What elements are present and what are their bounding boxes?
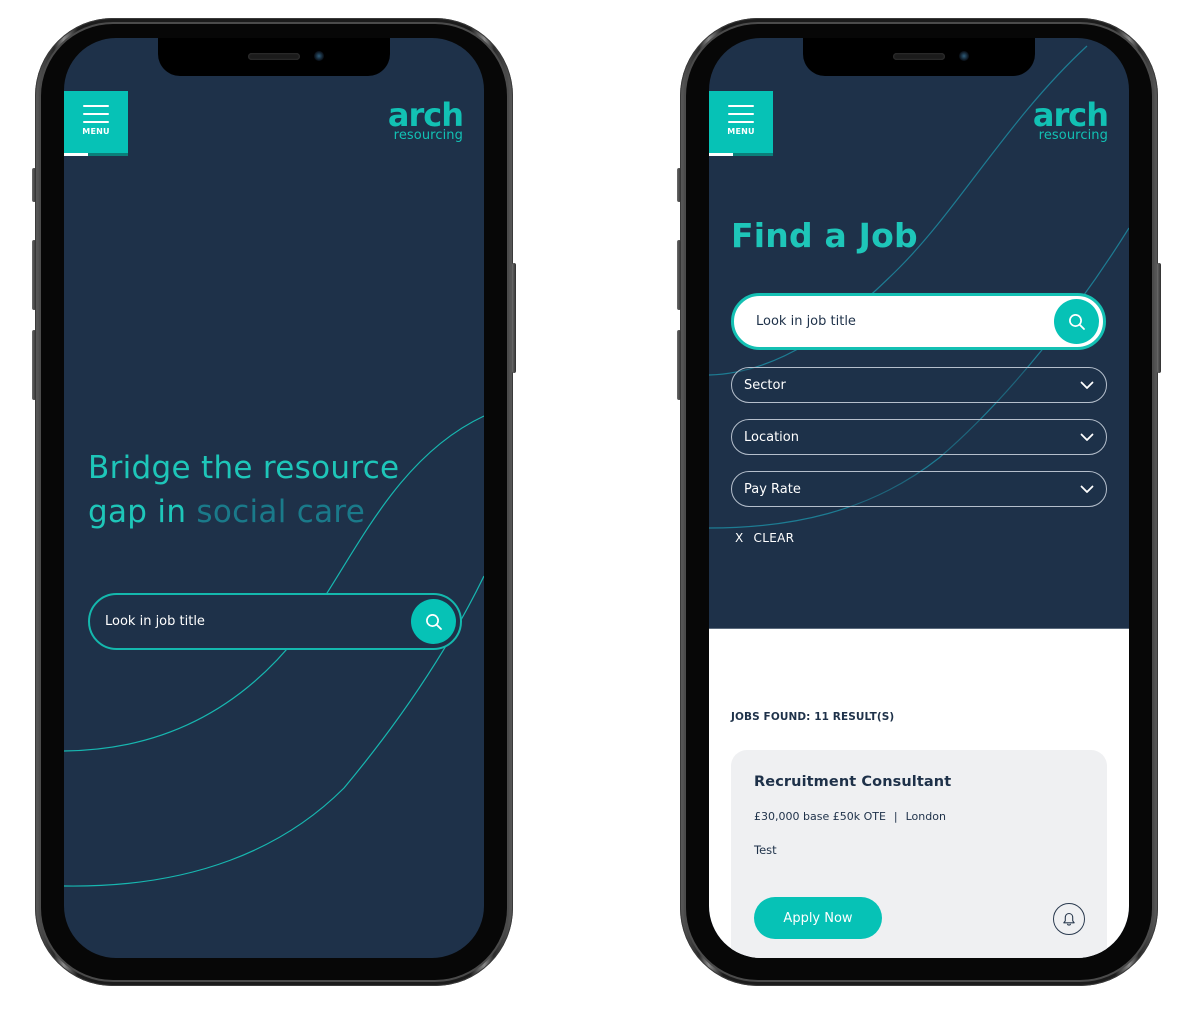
speaker-grille — [893, 53, 945, 60]
job-search-bar — [88, 593, 462, 650]
job-search-bar — [731, 293, 1106, 350]
dropdown-label: Sector — [744, 377, 786, 393]
volume-up-button — [677, 240, 681, 310]
job-title-search-input[interactable] — [734, 296, 1054, 347]
logo-tagline: resourcing — [1038, 128, 1108, 143]
search-button[interactable] — [411, 599, 456, 644]
home-screen: MENU arch resourcing Bridge the resource… — [64, 38, 484, 958]
page-title: Find a Job — [731, 216, 918, 255]
menu-button[interactable]: MENU — [64, 91, 128, 155]
sector-dropdown[interactable]: Sector — [731, 367, 1107, 403]
arch-logo[interactable]: arch resourcing — [383, 96, 464, 143]
phone-notch — [803, 38, 1035, 76]
volume-down-button — [32, 330, 36, 400]
headline-highlight: social care — [196, 494, 366, 530]
bell-icon — [1063, 912, 1075, 926]
logo-wordmark: arch — [1032, 96, 1109, 134]
menu-progress-bar — [709, 153, 773, 156]
power-button — [512, 263, 516, 373]
front-camera — [314, 51, 324, 61]
job-salary: £30,000 base £50k OTE — [754, 810, 886, 823]
pay-rate-dropdown[interactable]: Pay Rate — [731, 471, 1107, 507]
job-alert-button[interactable] — [1053, 903, 1085, 935]
location-dropdown[interactable]: Location — [731, 419, 1107, 455]
menu-progress-bar — [64, 153, 128, 156]
logo-wordmark: arch — [387, 96, 464, 134]
dropdown-label: Location — [744, 429, 799, 445]
job-title-search-input[interactable] — [90, 595, 411, 648]
speaker-grille — [248, 53, 300, 60]
job-description: Test — [754, 843, 777, 857]
front-camera — [959, 51, 969, 61]
menu-label: MENU — [727, 127, 755, 136]
results-section: JOBS FOUND: 11 RESULT(S) Recruitment Con… — [709, 628, 1129, 958]
chevron-down-icon — [1080, 485, 1094, 493]
find-job-screen: MENU arch resourcing Find a Job Sector L… — [709, 38, 1129, 958]
search-icon — [425, 613, 442, 630]
menu-button[interactable]: MENU — [709, 91, 773, 155]
job-title[interactable]: Recruitment Consultant — [754, 774, 951, 790]
dropdown-label: Pay Rate — [744, 481, 801, 497]
chevron-down-icon — [1080, 433, 1094, 441]
phone-mockup-find-job: MENU arch resourcing Find a Job Sector L… — [677, 18, 1161, 986]
mute-switch — [677, 168, 681, 202]
power-button — [1157, 263, 1161, 373]
results-count: JOBS FOUND: 11 RESULT(S) — [731, 711, 895, 723]
clear-label: CLEAR — [753, 531, 795, 545]
volume-down-button — [677, 330, 681, 400]
search-button[interactable] — [1054, 299, 1099, 344]
volume-up-button — [32, 240, 36, 310]
clear-filters-button[interactable]: X CLEAR — [735, 531, 794, 545]
phone-notch — [158, 38, 390, 76]
hero-headline: Bridge the resource gap in social care — [88, 446, 428, 534]
phone-mockup-home: MENU arch resourcing Bridge the resource… — [32, 18, 516, 986]
apply-now-button[interactable]: Apply Now — [754, 897, 882, 939]
job-meta: £30,000 base £50k OTE | London — [754, 810, 946, 823]
job-card[interactable]: Recruitment Consultant £30,000 base £50k… — [731, 750, 1107, 958]
hamburger-icon — [83, 105, 109, 129]
logo-tagline: resourcing — [393, 128, 463, 143]
mute-switch — [32, 168, 36, 202]
chevron-down-icon — [1080, 381, 1094, 389]
search-icon — [1068, 313, 1085, 330]
clear-x-icon: X — [735, 531, 744, 545]
meta-separator: | — [893, 810, 898, 823]
menu-label: MENU — [82, 127, 110, 136]
hamburger-icon — [728, 105, 754, 129]
job-location: London — [905, 810, 946, 823]
arch-logo[interactable]: arch resourcing — [1028, 96, 1109, 143]
